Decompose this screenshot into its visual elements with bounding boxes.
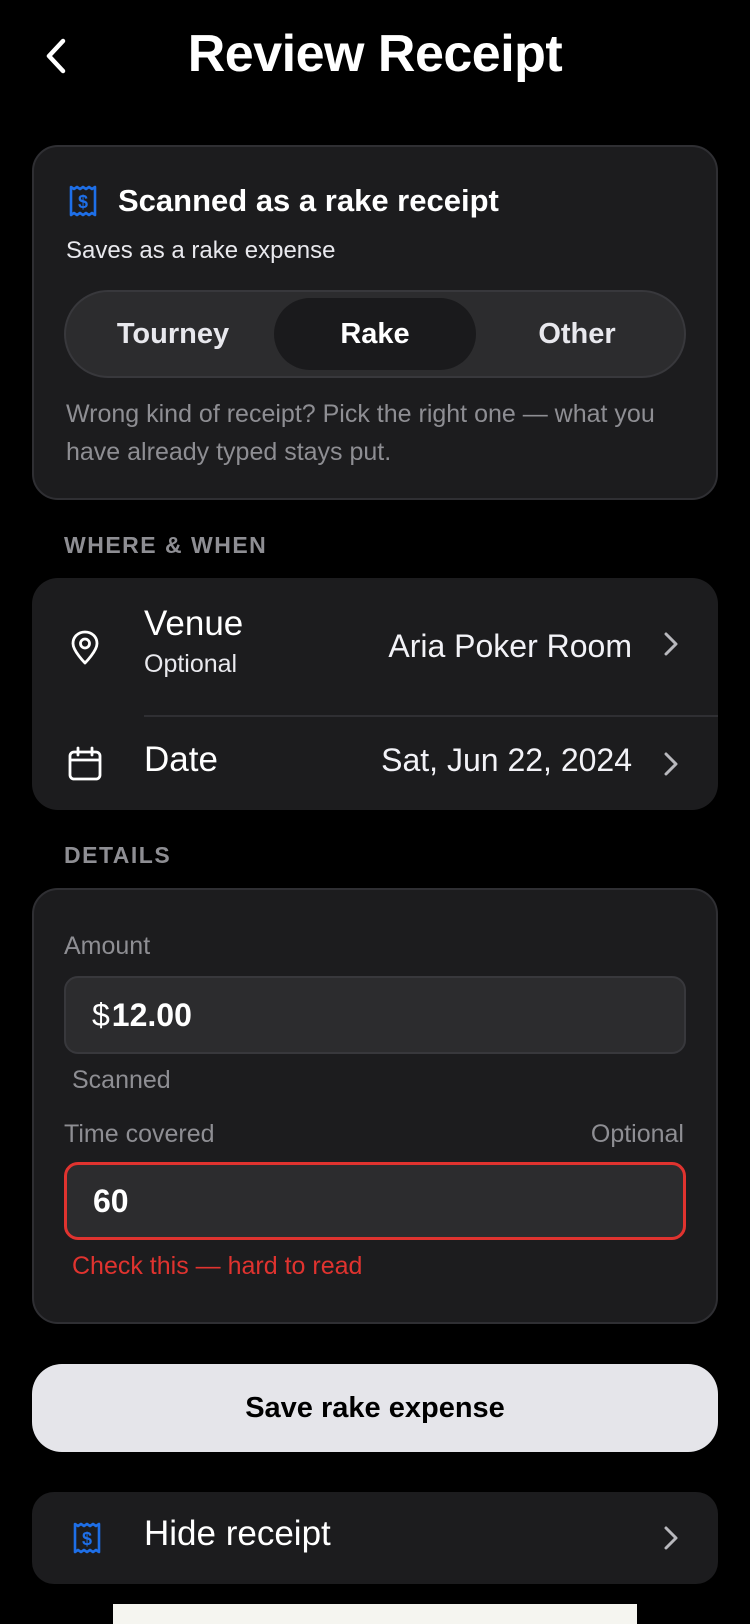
time-covered-optional-label: Optional (590, 1120, 684, 1148)
chevron-right-icon (664, 1526, 678, 1550)
where-when-card: Venue Optional Aria Poker Room Date Sat,… (32, 578, 718, 810)
receipt-dollar-icon: $ (73, 1522, 101, 1554)
hide-receipt-row[interactable]: $ Hide receipt (32, 1492, 718, 1584)
time-covered-error: Check this — hard to read (72, 1252, 363, 1280)
details-card: Amount $ 12.00 Scanned Time covered Opti… (32, 888, 718, 1324)
svg-text:$: $ (78, 192, 88, 212)
scan-type-card: $ Scanned as a rake receipt Saves as a r… (32, 145, 718, 500)
scan-type-subtitle: Saves as a rake expense (66, 237, 336, 264)
segment-rake[interactable]: Rake (274, 298, 476, 370)
date-row[interactable]: Date Sat, Jun 22, 2024 (32, 718, 718, 810)
scan-type-title: Scanned as a rake receipt (118, 183, 499, 218)
receipt-dollar-icon: $ (69, 185, 97, 217)
venue-label: Venue (144, 604, 244, 643)
date-value: Sat, Jun 22, 2024 (381, 742, 632, 778)
venue-optional-label: Optional (144, 650, 238, 678)
calendar-icon (68, 746, 102, 781)
svg-text:$: $ (82, 1529, 92, 1549)
page-title: Review Receipt (187, 25, 563, 83)
row-divider (144, 715, 718, 717)
time-covered-value: 60 (93, 1182, 129, 1219)
currency-prefix: $ (92, 996, 110, 1033)
map-pin-icon (71, 630, 99, 665)
amount-input[interactable]: $ 12.00 (64, 976, 686, 1054)
header: Review Receipt (0, 0, 750, 115)
chevron-right-icon (664, 752, 678, 776)
section-label-details: DETAILS (64, 842, 172, 868)
segment-tourney[interactable]: Tourney (72, 298, 274, 370)
scan-type-header: $ Scanned as a rake receipt (66, 183, 499, 219)
receipt-type-segmented-control: Tourney Rake Other (64, 290, 686, 378)
time-covered-label: Time covered (64, 1120, 215, 1148)
chevron-right-icon (664, 632, 678, 656)
venue-row[interactable]: Venue Optional Aria Poker Room (32, 578, 718, 716)
save-rake-expense-button[interactable]: Save rake expense (32, 1364, 718, 1452)
amount-value: 12.00 (111, 996, 192, 1033)
venue-value: Aria Poker Room (388, 628, 632, 664)
segment-other[interactable]: Other (476, 298, 678, 370)
section-label-where-when: WHERE & WHEN (64, 532, 268, 558)
time-covered-input[interactable]: 60 (64, 1162, 686, 1240)
scan-type-help-text: Wrong kind of receipt? Pick the right on… (66, 400, 655, 466)
date-label-group: Date (144, 740, 218, 780)
date-label: Date (144, 740, 218, 779)
receipt-image-preview (113, 1604, 637, 1624)
hide-receipt-label: Hide receipt (144, 1514, 331, 1553)
venue-label-group: Venue Optional (144, 604, 243, 679)
amount-label: Amount (64, 932, 151, 960)
amount-scanned-hint: Scanned (72, 1066, 171, 1094)
